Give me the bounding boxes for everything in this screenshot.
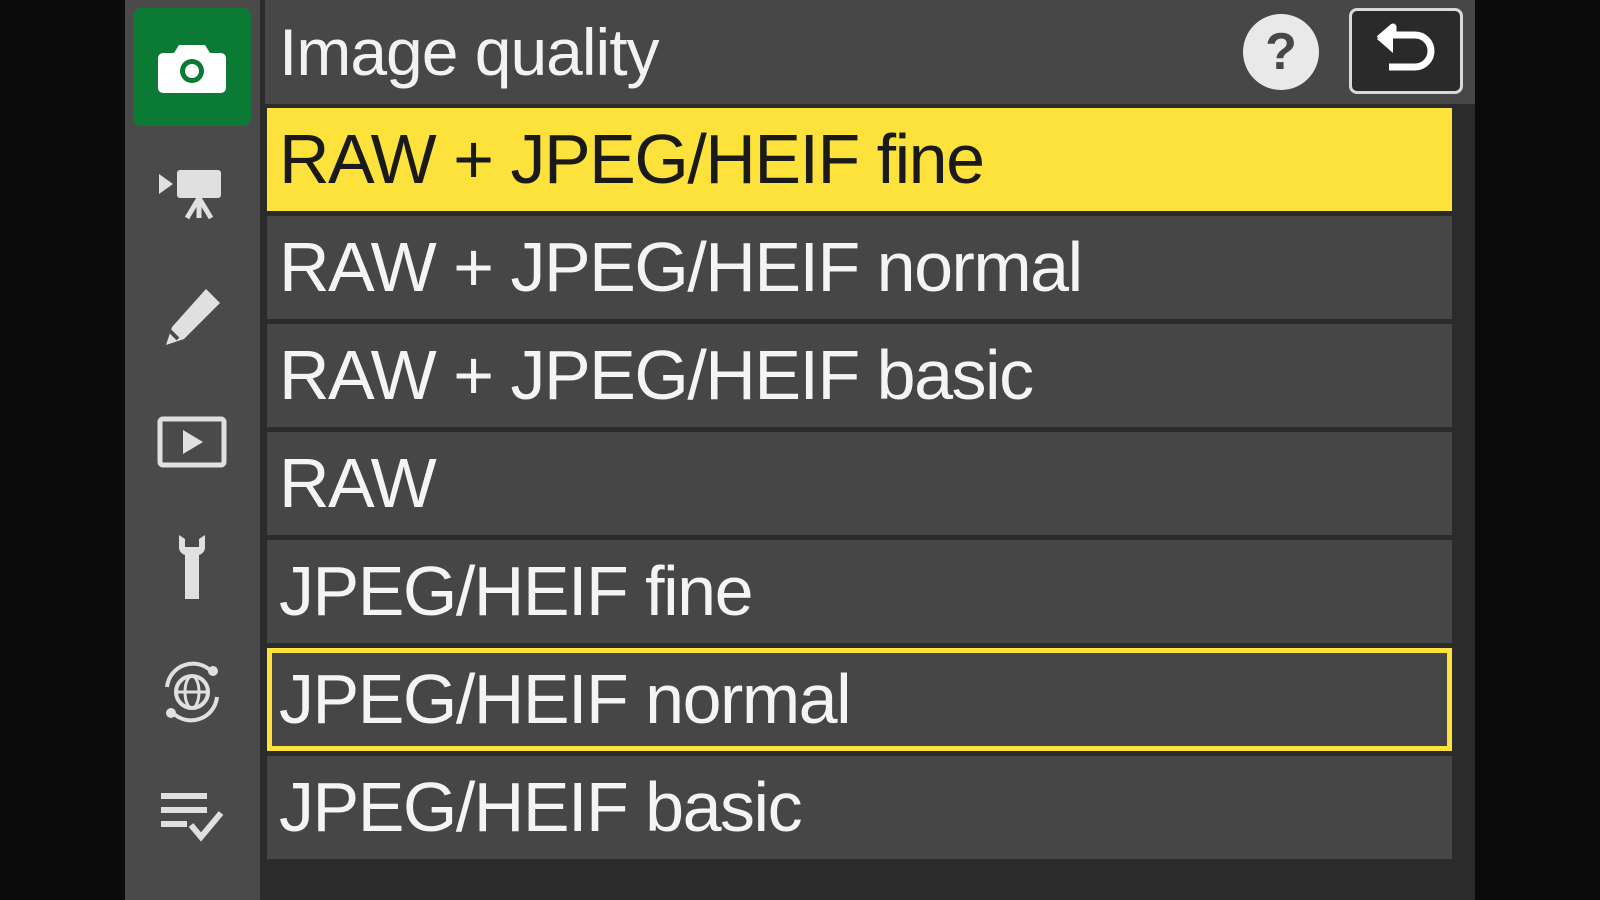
option-raw-jpeg-heif-normal[interactable]: RAW + JPEG/HEIF normal xyxy=(267,216,1452,319)
back-button[interactable] xyxy=(1349,8,1463,94)
pencil-icon xyxy=(166,289,220,345)
playback-icon xyxy=(157,416,227,468)
option-raw[interactable]: RAW xyxy=(267,432,1452,535)
network-globe-icon xyxy=(165,661,219,723)
page-title: Image quality xyxy=(279,15,660,89)
wrench-icon xyxy=(178,535,206,599)
option-raw-jpeg-heif-fine[interactable]: RAW + JPEG/HEIF fine xyxy=(267,108,1452,211)
playback-menu-tab[interactable] xyxy=(133,383,251,501)
my-menu-checklist-icon xyxy=(161,793,224,842)
movie-camera-icon xyxy=(159,170,221,220)
option-jpeg-heif-normal[interactable]: JPEG/HEIF normal xyxy=(267,648,1452,751)
option-jpeg-heif-basic[interactable]: JPEG/HEIF basic xyxy=(267,756,1452,859)
menu-header: Image quality ? xyxy=(265,0,1475,104)
camera-icon xyxy=(158,45,226,93)
option-raw-jpeg-heif-basic[interactable]: RAW + JPEG/HEIF basic xyxy=(267,324,1452,427)
photo-shooting-menu-tab[interactable] xyxy=(133,8,251,126)
setup-menu-tab[interactable] xyxy=(133,508,251,626)
video-recording-menu-tab[interactable] xyxy=(133,133,251,251)
return-arrow-icon xyxy=(1376,23,1435,71)
option-jpeg-heif-fine[interactable]: JPEG/HEIF fine xyxy=(267,540,1452,643)
image-quality-options: RAW + JPEG/HEIF fine RAW + JPEG/HEIF nor… xyxy=(267,108,1452,864)
help-icon: ? xyxy=(1265,23,1297,81)
help-button[interactable]: ? xyxy=(1243,14,1319,90)
custom-settings-menu-tab[interactable] xyxy=(133,258,251,376)
menu-sidebar xyxy=(125,0,260,900)
network-menu-tab[interactable] xyxy=(133,633,251,751)
my-menu-tab[interactable] xyxy=(133,758,251,876)
